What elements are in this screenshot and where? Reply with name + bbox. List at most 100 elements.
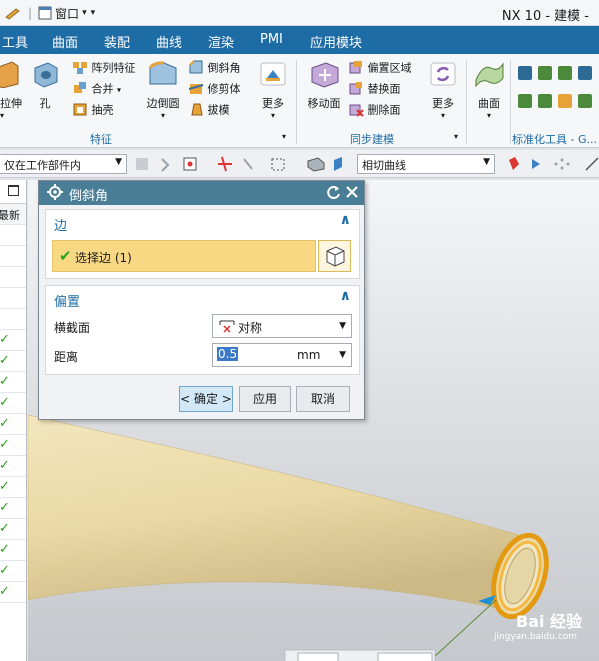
navigator-row[interactable]: ✓ — [0, 393, 26, 414]
navigator-row[interactable]: ✓ — [0, 582, 26, 603]
distance-value[interactable]: 0.5 — [217, 347, 239, 361]
navigator-header — [0, 180, 26, 204]
window-menu-icon — [38, 6, 52, 20]
menu-tools[interactable]: 工具 — [2, 32, 28, 51]
shell-button[interactable]: 抽壳 — [72, 101, 114, 120]
draft-button[interactable]: 拔模 — [188, 101, 230, 120]
check-icon: ✓ — [0, 563, 10, 578]
move-face-button[interactable]: 移动面 — [304, 60, 344, 124]
navigator-row[interactable]: ✓ — [0, 498, 26, 519]
unite-button[interactable]: 合并 ▾ — [72, 80, 121, 99]
snap-icons[interactable] — [136, 156, 342, 172]
symmetric-icon — [218, 318, 236, 337]
navigator-row[interactable] — [0, 246, 26, 267]
reset-icon[interactable] — [326, 184, 342, 203]
distance-unit[interactable]: mm — [297, 348, 320, 362]
chevron-down-icon[interactable]: ▾ — [82, 8, 87, 18]
navigator-row[interactable]: ✓ — [0, 477, 26, 498]
menu-surface[interactable]: 曲面 — [52, 32, 78, 51]
shell-icon — [72, 101, 88, 120]
check-icon: ✓ — [0, 395, 10, 410]
tube-body[interactable] — [28, 414, 527, 613]
navigator-row[interactable]: ✓ — [0, 435, 26, 456]
menu-curve[interactable]: 曲线 — [156, 32, 182, 51]
extrude-button[interactable]: 拉伸 ▾ — [0, 60, 22, 124]
collapse-icon[interactable]: ∧ — [340, 288, 351, 304]
window-menu[interactable]: 窗口 — [55, 5, 79, 22]
curve-tool-icons[interactable] — [509, 157, 599, 171]
check-icon: ✓ — [0, 416, 10, 431]
group-options-icon[interactable]: ▾ — [454, 132, 458, 141]
apply-button[interactable]: 应用 — [239, 386, 291, 412]
check-icon: ✓ — [0, 500, 10, 515]
edge-blend-button[interactable]: 边倒圆 ▾ — [144, 60, 182, 124]
title-bar: | 窗口 ▾ ▾ NX 10 - 建模 - — [0, 0, 599, 26]
replace-face-button[interactable]: 替换面 — [348, 80, 401, 99]
edge-section-header[interactable]: 边 ∧ — [46, 210, 359, 236]
hole-button[interactable]: 孔 — [30, 60, 60, 124]
selection-bar: 仅在工作部件内 ▼ 相切曲线 ▼ — [0, 150, 599, 178]
navigator-row[interactable]: ✓ — [0, 519, 26, 540]
dialog-title-bar[interactable]: 倒斜角 — [39, 181, 364, 205]
navigator-row[interactable]: ✓ — [0, 330, 26, 351]
chevron-down-icon[interactable]: ▼ — [339, 350, 346, 360]
pattern-feature-button[interactable]: 阵列特征 — [72, 59, 136, 78]
scope-filter-select[interactable]: 仅在工作部件内 ▼ — [0, 154, 127, 174]
customize-icon[interactable]: ▾ — [91, 8, 96, 18]
navigator-row[interactable]: ✓ — [0, 414, 26, 435]
navigator-row[interactable]: ✓ — [0, 456, 26, 477]
check-icon: ✓ — [0, 458, 10, 473]
navigator-row[interactable] — [0, 309, 26, 330]
watermark-text: Bai 经验 — [516, 612, 583, 631]
menu-render[interactable]: 渲染 — [208, 32, 234, 51]
menu-assembly[interactable]: 装配 — [104, 32, 130, 51]
navigator-row[interactable] — [0, 225, 26, 246]
delete-face-button[interactable]: 删除面 — [348, 101, 401, 120]
offset-region-button[interactable]: 偏置区域 — [348, 59, 412, 78]
close-icon[interactable] — [345, 184, 359, 203]
curve-tools — [506, 155, 599, 176]
collapse-icon[interactable]: ∧ — [340, 212, 351, 228]
cross-section-select[interactable]: 对称 ▼ — [212, 314, 352, 338]
curve-rule-select[interactable]: 相切曲线 ▼ — [357, 154, 495, 174]
replace-face-icon — [348, 80, 364, 99]
offset-section-header[interactable]: 偏置 ∧ — [46, 286, 359, 312]
cancel-button[interactable]: 取消 — [296, 386, 350, 412]
select-edge-button[interactable] — [318, 240, 351, 272]
gear-icon[interactable] — [47, 184, 63, 203]
maximize-icon[interactable] — [8, 185, 19, 196]
select-edge-row[interactable]: ✔ 选择边 (1) — [52, 240, 316, 272]
chevron-down-icon[interactable]: ▾ — [117, 86, 121, 95]
menu-pmi[interactable]: PMI — [260, 32, 283, 47]
distance-input[interactable]: 0.5 mm ▼ — [212, 343, 352, 367]
more-feature-button[interactable]: 更多 ▾ — [256, 60, 290, 124]
trim-body-icon — [188, 80, 204, 99]
group-separator — [296, 60, 297, 144]
window-title: NX 10 - 建模 - — [501, 9, 589, 24]
navigator-rows: ✓ ✓ ✓ ✓ ✓ ✓ ✓ ✓ ✓ ✓ ✓ ✓ ✓ — [0, 225, 26, 603]
check-icon: ✓ — [0, 521, 10, 536]
chevron-down-icon: ▼ — [339, 321, 346, 331]
surface-button[interactable]: 曲面 ▾ — [472, 60, 506, 124]
menu-applications[interactable]: 应用模块 — [310, 32, 362, 51]
chamfer-button[interactable]: 倒斜角 — [188, 59, 241, 78]
delete-face-icon — [348, 101, 364, 120]
more-sync-button[interactable]: 更多 ▾ — [426, 60, 460, 124]
move-face-icon — [311, 62, 339, 88]
navigator-row[interactable]: ✓ — [0, 351, 26, 372]
pencil-icon[interactable] — [4, 6, 22, 20]
tool-grid-icon[interactable] — [516, 64, 596, 127]
column-header-latest[interactable]: 最新 — [0, 207, 20, 223]
menu-bar: 工具 曲面 装配 曲线 渲染 PMI 应用模块 — [0, 26, 599, 54]
group-sync-label: 同步建模 — [350, 133, 394, 146]
ok-button[interactable]: < 确定 > — [179, 386, 233, 412]
navigator-row[interactable]: ✓ — [0, 561, 26, 582]
navigator-row[interactable] — [0, 267, 26, 288]
navigator-row[interactable]: ✓ — [0, 372, 26, 393]
trim-body-button[interactable]: 修剪体 — [188, 80, 241, 99]
navigator-row[interactable]: ✓ — [0, 540, 26, 561]
check-icon: ✓ — [0, 542, 10, 557]
navigator-row[interactable] — [0, 288, 26, 309]
dialog-title: 倒斜角 — [69, 189, 109, 204]
group-options-icon[interactable]: ▾ — [282, 132, 286, 141]
